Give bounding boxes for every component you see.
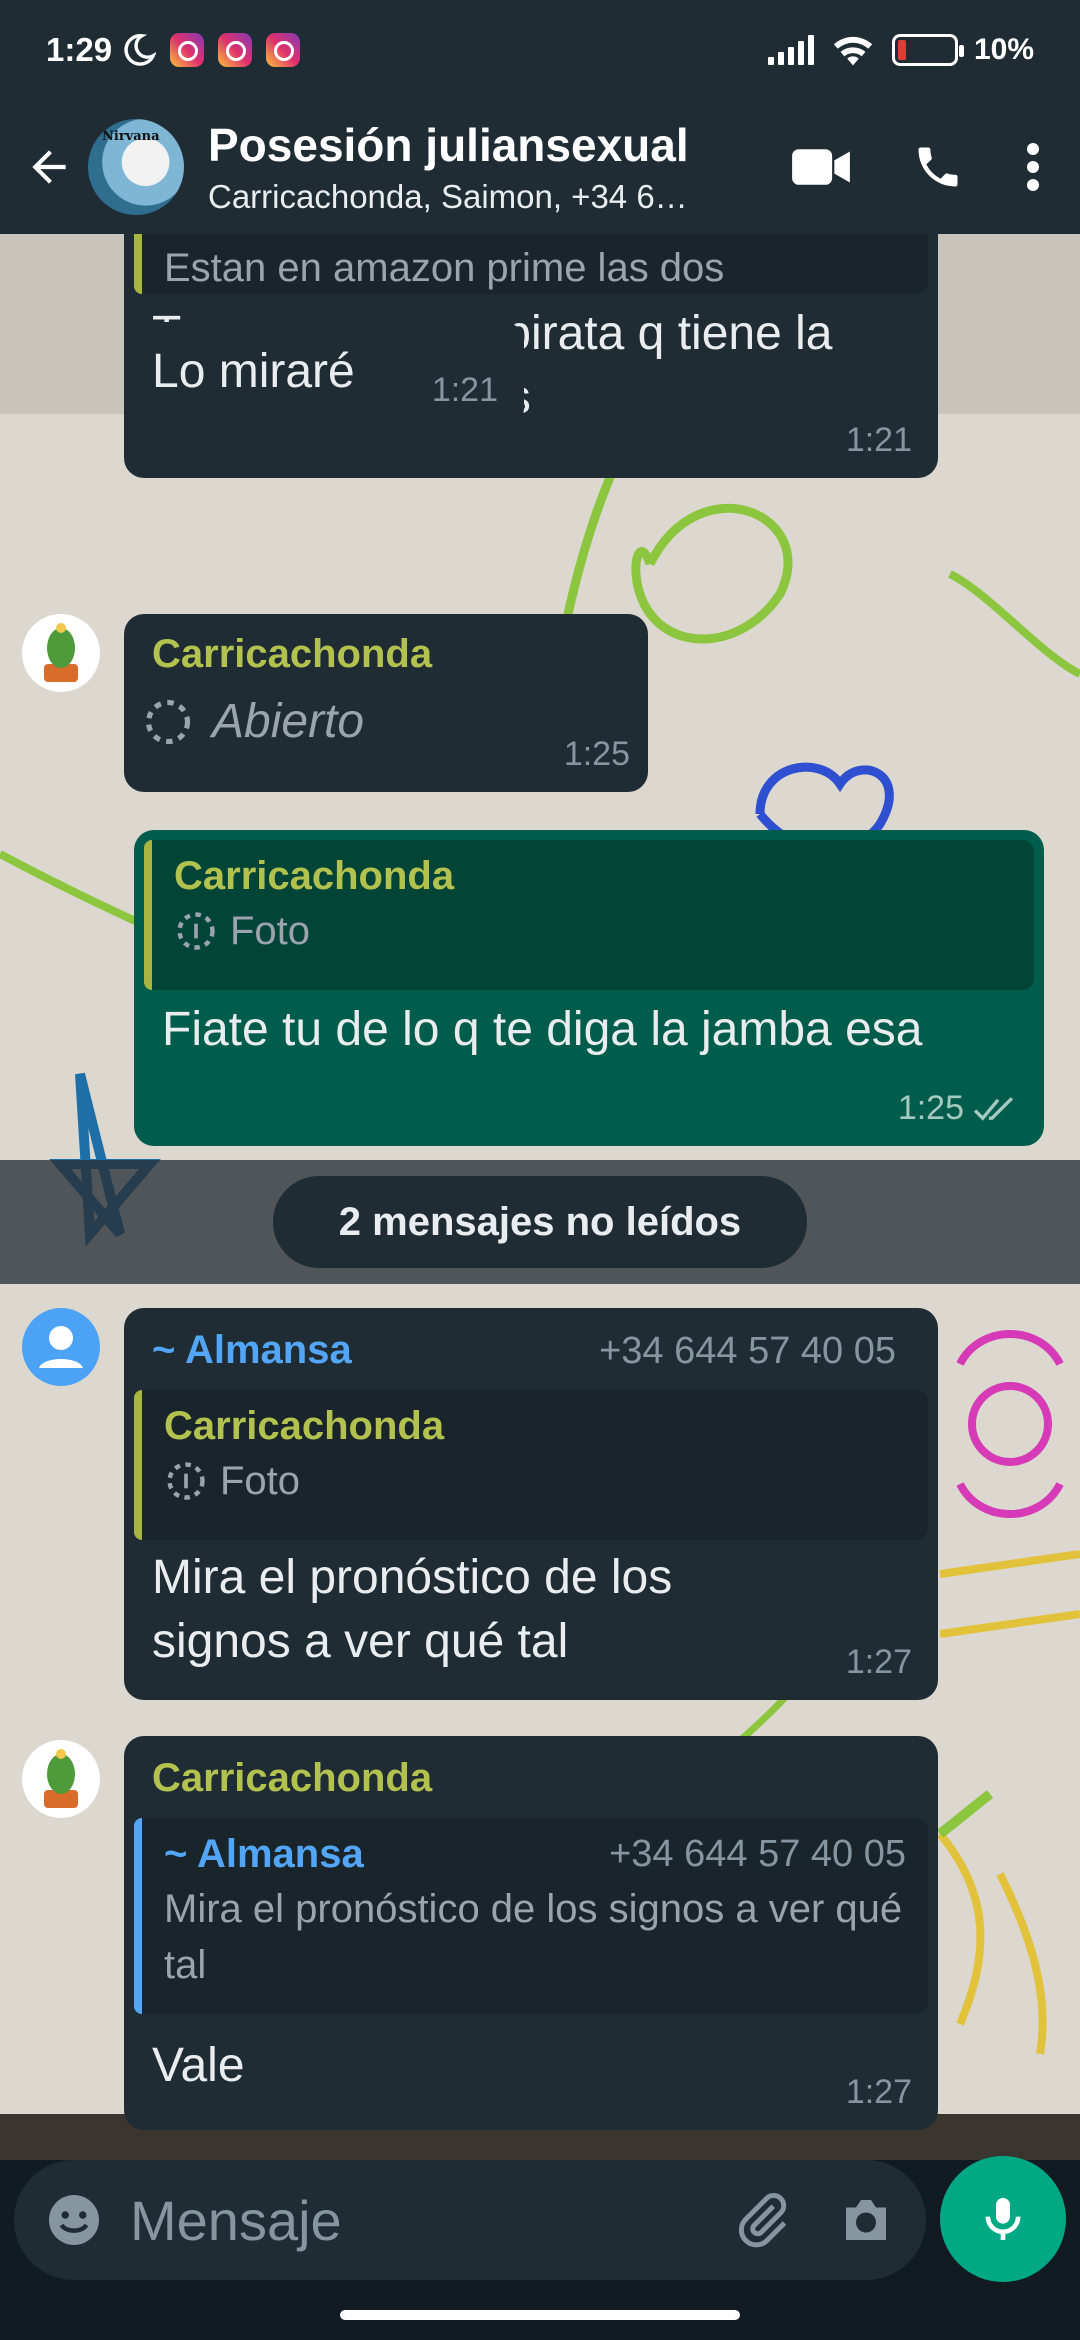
- home-indicator[interactable]: [340, 2310, 740, 2320]
- chat-title: Posesión juliansexual: [208, 119, 689, 171]
- quoted-message[interactable]: Estan en amazon prime las dos: [134, 234, 928, 294]
- composer-bar: Mensaje: [0, 2156, 1080, 2290]
- avatar-label: Nirvana: [102, 129, 160, 144]
- message-text: Mira el pronóstico de los signos a ver q…: [152, 1551, 673, 1668]
- battery-level: 10%: [973, 33, 1034, 66]
- sender-avatar[interactable]: [22, 1308, 100, 1386]
- voice-message-button[interactable]: [940, 2156, 1066, 2282]
- person-icon: [39, 1326, 83, 1368]
- wifi-icon: [833, 36, 873, 66]
- quoted-text: Estan en amazon prime las dos: [164, 246, 725, 290]
- view-once-icon: [177, 912, 215, 950]
- message-time-value: 1:25: [897, 1089, 964, 1127]
- sender-avatar[interactable]: [22, 1740, 100, 1818]
- message-bubble-outgoing[interactable]: Carricachonda Foto Fiate tu de lo q te d…: [134, 830, 1044, 1146]
- message-bubble[interactable]: Lo miraré 1:21: [124, 322, 524, 428]
- quoted-message[interactable]: Carricachonda Foto: [144, 840, 1034, 990]
- sender-name[interactable]: Carricachonda: [152, 632, 432, 677]
- double-check-icon: [973, 1096, 1014, 1121]
- status-bar: 1:29 10%: [0, 0, 1080, 100]
- message-text: Vale: [152, 2039, 245, 2092]
- back-arrow-icon[interactable]: [14, 132, 84, 202]
- chat-title-block[interactable]: Posesión juliansexual Carricachonda, Sai…: [208, 118, 792, 216]
- quoted-sender: Carricachonda: [174, 854, 455, 898]
- message-placeholder: Mensaje: [130, 2188, 342, 2252]
- video-call-icon[interactable]: [792, 147, 850, 187]
- phone-call-icon[interactable]: [912, 141, 964, 193]
- message-text: Fiate tu de lo q te diga la jamba esa: [162, 1003, 923, 1056]
- message-time: 1:27: [845, 2073, 912, 2111]
- message-time: 1:25: [563, 735, 630, 773]
- sender-name[interactable]: ~ Almansa: [152, 1328, 352, 1373]
- quoted-text: Mira el pronóstico de los signos a ver q…: [164, 1887, 903, 1987]
- instagram-icon: [218, 33, 253, 67]
- camera-icon[interactable]: [836, 2190, 896, 2250]
- moon-icon: [124, 34, 157, 66]
- quoted-text: Foto: [220, 1459, 301, 1503]
- message-input[interactable]: Mensaje: [14, 2160, 926, 2280]
- microphone-icon: [985, 2198, 1021, 2240]
- quoted-message[interactable]: ~ Almansa +34 644 57 40 05 Mira el pronó…: [134, 1818, 928, 2014]
- quoted-sender: ~ Almansa: [164, 1832, 364, 1876]
- battery-icon: [891, 34, 964, 66]
- message-time: 1:21: [845, 421, 912, 459]
- instagram-icon: [266, 33, 301, 67]
- system-nav-bar: [0, 2290, 1080, 2340]
- instagram-icon: [170, 33, 205, 67]
- cactus-icon: [44, 1749, 78, 1808]
- sender-name[interactable]: Carricachonda: [152, 1756, 432, 1801]
- emoji-icon[interactable]: [44, 2190, 104, 2250]
- more-options-icon[interactable]: [1026, 143, 1040, 191]
- sender-phone: +34 644 57 40 05: [599, 1330, 896, 1372]
- quoted-message[interactable]: Carricachonda Foto: [134, 1390, 928, 1540]
- signal-icon: [767, 35, 814, 65]
- group-avatar[interactable]: Nirvana: [88, 119, 184, 215]
- chat-header: Nirvana Posesión juliansexual Carricacho…: [0, 100, 1080, 234]
- message-bubble[interactable]: Carricachonda ~ Almansa +34 644 57 40 05…: [124, 1736, 938, 2130]
- message-bubble[interactable]: ~ Almansa +34 644 57 40 05 Carricachonda…: [124, 1308, 938, 1700]
- cactus-icon: [44, 623, 78, 682]
- message-list[interactable]: Estan en amazon prime las dos Tengo una …: [0, 234, 1080, 2160]
- quoted-text: Foto: [230, 909, 311, 953]
- view-once-icon: [145, 699, 191, 744]
- sender-avatar[interactable]: [22, 614, 100, 692]
- unread-count-pill: 2 mensajes no leídos: [273, 1176, 807, 1268]
- status-time: 1:29: [46, 31, 113, 68]
- message-bubble[interactable]: Carricachonda Abierto 1:25: [124, 614, 648, 792]
- message-text: Lo miraré: [152, 345, 355, 398]
- quoted-sender: Carricachonda: [164, 1404, 445, 1448]
- quoted-phone: +34 644 57 40 05: [609, 1833, 906, 1875]
- view-once-icon: [167, 1462, 205, 1500]
- chat-participants: Carricachonda, Saimon, +34 6…: [208, 178, 688, 215]
- attach-icon[interactable]: [732, 2190, 792, 2250]
- message-time: 1:25: [898, 1089, 1018, 1128]
- view-once-label: Abierto: [212, 695, 365, 748]
- message-time: 1:21: [431, 371, 498, 409]
- message-time: 1:27: [845, 1643, 912, 1681]
